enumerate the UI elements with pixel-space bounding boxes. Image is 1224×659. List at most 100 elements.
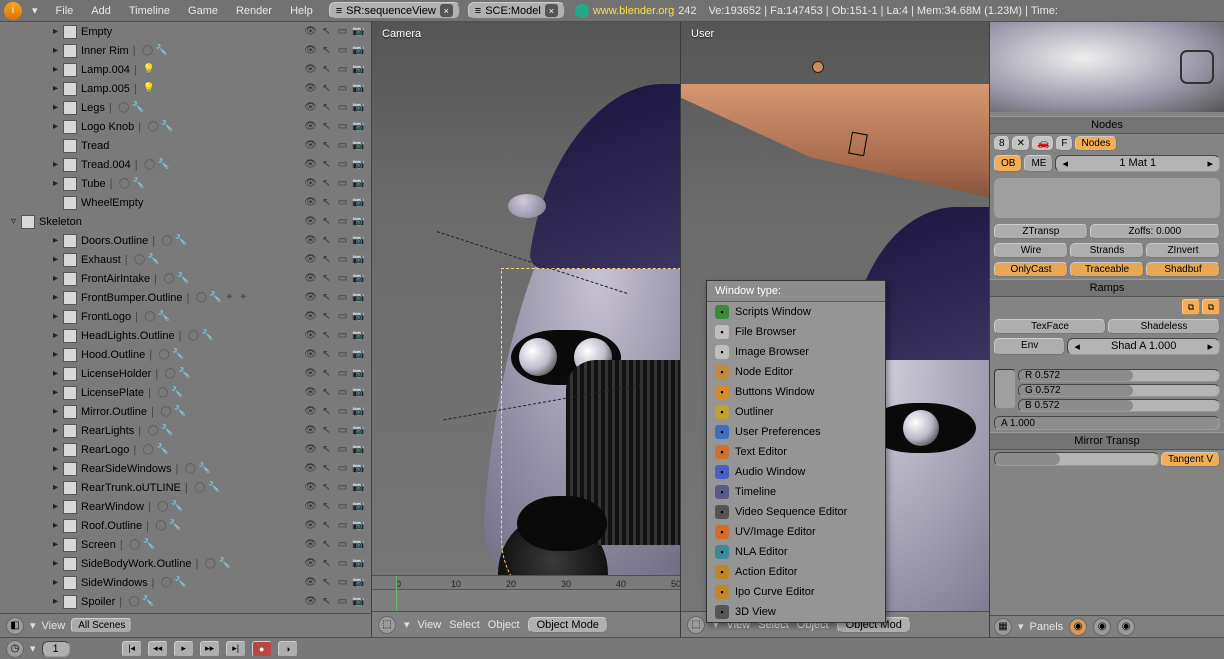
menu-item[interactable]: ▪File Browser (707, 322, 885, 342)
disclosure-icon[interactable]: ▸ (50, 159, 61, 170)
zinvert-btn[interactable]: ZInvert (1146, 243, 1220, 258)
sel-toggle-icon[interactable]: ▭ (336, 405, 349, 418)
outliner-row[interactable]: ▸LicenseHolder|◯🔧👁↖▭📷 (0, 364, 371, 383)
cursor-toggle-icon[interactable]: ↖ (320, 215, 333, 228)
outliner-row[interactable]: ▸Empty👁↖▭📷 (0, 22, 371, 41)
eye-toggle-icon[interactable]: 👁 (304, 272, 317, 285)
disclosure-icon[interactable]: ▸ (50, 558, 61, 569)
disclosure-icon[interactable]: ▸ (50, 539, 61, 550)
outliner-row[interactable]: ▸Screen|◯🔧👁↖▭📷 (0, 535, 371, 554)
render-toggle-icon[interactable]: 📷 (352, 101, 365, 114)
cursor-toggle-icon[interactable]: ↖ (320, 253, 333, 266)
render-toggle-icon[interactable]: 📷 (352, 595, 365, 608)
outliner-row[interactable]: ▸Tube|◯🔧👁↖▭📷 (0, 174, 371, 193)
render-toggle-icon[interactable]: 📷 (352, 158, 365, 171)
menu-help[interactable]: Help (282, 3, 321, 19)
eye-toggle-icon[interactable]: 👁 (304, 519, 317, 532)
cursor-toggle-icon[interactable]: ↖ (320, 272, 333, 285)
outliner-row[interactable]: ▸Lamp.005|💡👁↖▭📷 (0, 79, 371, 98)
menu-file[interactable]: File (48, 3, 82, 19)
sel-toggle-icon[interactable]: ▭ (336, 63, 349, 76)
cursor-toggle-icon[interactable]: ↖ (320, 424, 333, 437)
blender-icon[interactable]: i (4, 2, 22, 20)
menu-item[interactable]: ▪Scripts Window (707, 302, 885, 322)
cursor-toggle-icon[interactable]: ↖ (320, 139, 333, 152)
render-toggle-icon[interactable]: 📷 (352, 25, 365, 38)
sel-toggle-icon[interactable]: ▭ (336, 443, 349, 456)
eye-toggle-icon[interactable]: 👁 (304, 310, 317, 323)
render-toggle-icon[interactable]: 📷 (352, 82, 365, 95)
mat-users[interactable]: 8 (994, 136, 1010, 151)
delete-icon[interactable]: ✕ (1012, 136, 1030, 151)
render-toggle-icon[interactable]: 📷 (352, 139, 365, 152)
outliner-row[interactable]: ▸Hood.Outline|◯🔧👁↖▭📷 (0, 345, 371, 364)
render-toggle-icon[interactable]: 📷 (352, 519, 365, 532)
menu-item[interactable]: ▪Timeline (707, 482, 885, 502)
cursor-toggle-icon[interactable]: ↖ (320, 329, 333, 342)
eye-toggle-icon[interactable]: 👁 (304, 101, 317, 114)
blender-link[interactable]: www.blender.org 242 (575, 4, 697, 18)
cursor-toggle-icon[interactable]: ↖ (320, 158, 333, 171)
disclosure-icon[interactable]: ▸ (50, 501, 61, 512)
b-slider[interactable]: B 0.572 (1018, 399, 1220, 412)
sel-toggle-icon[interactable]: ▭ (336, 329, 349, 342)
eye-toggle-icon[interactable]: 👁 (304, 215, 317, 228)
cursor-toggle-icon[interactable]: ↖ (320, 538, 333, 551)
cursor-toggle-icon[interactable]: ↖ (320, 443, 333, 456)
eye-toggle-icon[interactable]: 👁 (304, 367, 317, 380)
sel-toggle-icon[interactable]: ▭ (336, 576, 349, 589)
play-icon[interactable]: ▸ (174, 641, 194, 657)
cursor-toggle-icon[interactable]: ↖ (320, 519, 333, 532)
sel-toggle-icon[interactable]: ▭ (336, 253, 349, 266)
disclosure-icon[interactable]: ▸ (50, 349, 61, 360)
sel-toggle-icon[interactable]: ▭ (336, 177, 349, 190)
cursor-toggle-icon[interactable]: ↖ (320, 25, 333, 38)
color-swatch[interactable] (994, 369, 1016, 409)
view-menu[interactable]: View (418, 619, 442, 631)
render-toggle-icon[interactable]: 📷 (352, 44, 365, 57)
sel-toggle-icon[interactable]: ▭ (336, 25, 349, 38)
render-toggle-icon[interactable]: 📷 (352, 538, 365, 551)
eye-toggle-icon[interactable]: 👁 (304, 538, 317, 551)
paste-icon[interactable]: ⧉ (1202, 299, 1220, 315)
eye-toggle-icon[interactable]: 👁 (304, 348, 317, 361)
eye-toggle-icon[interactable]: 👁 (304, 63, 317, 76)
sel-toggle-icon[interactable]: ▭ (336, 500, 349, 513)
outliner-view-menu[interactable]: View (42, 620, 66, 632)
traceable-btn[interactable]: Traceable (1070, 262, 1144, 277)
cursor-toggle-icon[interactable]: ↖ (320, 481, 333, 494)
menu-item[interactable]: ▪Video Sequence Editor (707, 502, 885, 522)
cursor-toggle-icon[interactable]: ↖ (320, 500, 333, 513)
chevron-down-icon[interactable]: ▾ (1018, 620, 1024, 633)
outliner-row[interactable]: ▸RearWindow|◯🔧👁↖▭📷 (0, 497, 371, 516)
cursor-toggle-icon[interactable]: ↖ (320, 576, 333, 589)
outliner-row[interactable]: ▸SideWindows|◯🔧👁↖▭📷 (0, 573, 371, 592)
render-toggle-icon[interactable]: 📷 (352, 329, 365, 342)
viewport-camera[interactable]: Camera (1) FrontBumper 0204060103050 (372, 22, 681, 637)
editor-type-icon[interactable]: ⬚ (687, 616, 705, 634)
outliner-row[interactable]: ▸FrontAirIntake|◯🔧👁↖▭📷 (0, 269, 371, 288)
disclosure-icon[interactable]: ▸ (50, 254, 61, 265)
fake-user-btn[interactable]: F (1056, 136, 1072, 151)
sel-toggle-icon[interactable]: ▭ (336, 367, 349, 380)
camera-icon[interactable] (810, 59, 840, 89)
disclosure-icon[interactable]: ▸ (50, 596, 61, 607)
editor-type-icon[interactable]: ◧ (6, 617, 24, 635)
sel-toggle-icon[interactable]: ▭ (336, 139, 349, 152)
panels-menu[interactable]: Panels (1030, 621, 1064, 633)
outliner-row[interactable]: ▸LicensePlate|◯🔧👁↖▭📷 (0, 383, 371, 402)
menu-timeline[interactable]: Timeline (121, 3, 178, 19)
chevron-down-icon[interactable]: ▾ (404, 618, 410, 631)
disclosure-icon[interactable]: ▸ (50, 45, 61, 56)
outliner-row[interactable]: ▸Spoiler|◯🔧👁↖▭📷 (0, 592, 371, 611)
eye-toggle-icon[interactable]: 👁 (304, 234, 317, 247)
next-key-icon[interactable]: ▸▸ (200, 641, 220, 657)
eye-toggle-icon[interactable]: 👁 (304, 177, 317, 190)
editor-type-icon[interactable]: ◷ (6, 640, 24, 658)
select-menu[interactable]: Select (449, 619, 480, 631)
current-frame[interactable]: 1 (42, 641, 70, 657)
nodes-toggle[interactable]: Nodes (1075, 136, 1118, 151)
render-toggle-icon[interactable]: 📷 (352, 253, 365, 266)
jump-end-icon[interactable]: ▸| (226, 641, 246, 657)
cursor-toggle-icon[interactable]: ↖ (320, 595, 333, 608)
